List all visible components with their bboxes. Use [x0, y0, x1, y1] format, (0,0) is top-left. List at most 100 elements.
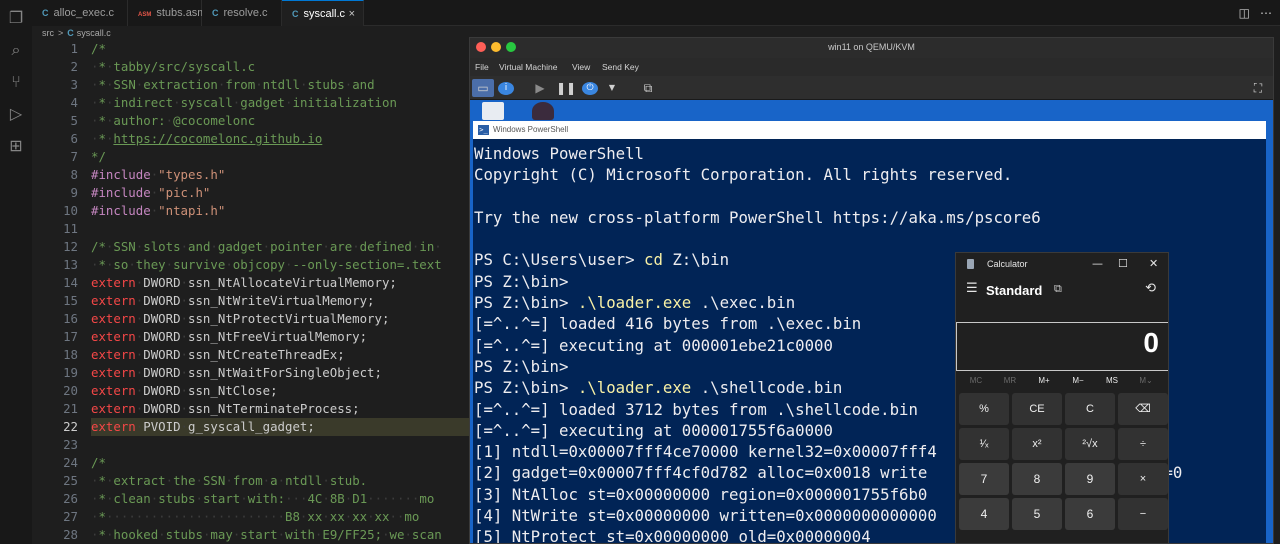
hamburger-menu-icon[interactable]: ☰ [966, 281, 978, 296]
code-line: extern·DWORD·ssn_NtProtectVirtualMemory; [91, 311, 390, 326]
code-line: ·*·extract·the·SSN·from·a·ntdll·stub. [91, 473, 368, 488]
operator-key[interactable]: % [959, 393, 1009, 425]
line-number: 2 [70, 59, 78, 74]
snapshots-icon[interactable]: ⧉ [640, 79, 656, 97]
line-number: 13 [63, 257, 78, 272]
calculator-title: Calculator [987, 259, 1028, 269]
operator-key[interactable]: C [1065, 393, 1115, 425]
code-line: ·*·hooked·stubs·may·start·with·E9/FF25;·… [91, 527, 442, 542]
console-prompt: PS Z:\bin> [474, 378, 578, 398]
tab-label: resolve.c [223, 7, 268, 19]
tab-resolve[interactable]: Cresolve.c [202, 0, 282, 26]
code-line: extern·DWORD·ssn_NtWaitForSingleObject; [91, 365, 382, 380]
chevron-down-icon[interactable]: ▼ [606, 79, 618, 97]
source-control-icon[interactable]: ⑂ [6, 72, 26, 92]
run-icon[interactable]: ▶ [532, 79, 548, 97]
operator-key[interactable]: ¹⁄ₓ [959, 428, 1009, 460]
minimize-icon[interactable]: — [1092, 257, 1103, 270]
memory-key[interactable]: M⌄ [1130, 376, 1162, 385]
code-line: ·*·so·they·survive·objcopy·--only-sectio… [91, 257, 442, 272]
more-actions-icon[interactable]: ⋯ [1260, 6, 1272, 20]
line-number: 12 [63, 239, 78, 254]
code-editor[interactable]: /* ·*·tabby/src/syscall.c ·*·SSN·extract… [91, 40, 481, 544]
close-icon[interactable]: ✕ [1149, 257, 1158, 270]
powershell-titlebar: >_ Windows PowerShell [473, 121, 1266, 139]
digit-key[interactable]: 4 [959, 498, 1009, 530]
pause-icon[interactable]: ❚❚ [556, 79, 576, 97]
activity-bar: ❐ ⌕ ⑂ ▷ ⊞ [0, 0, 32, 544]
line-number: 16 [63, 311, 78, 326]
desktop-app-icon[interactable] [532, 102, 554, 120]
console-command: .\loader.exe [577, 293, 692, 313]
line-number: 21 [63, 401, 78, 416]
code-line: ·*·clean·stubs·start·with:···4C·8B·D1···… [91, 491, 435, 506]
code-line: /* [91, 41, 106, 56]
tab-syscall[interactable]: Csyscall.c × [282, 0, 364, 26]
code-line: ·*·https://cocomelonc.github.io [91, 131, 323, 146]
line-number: 5 [70, 113, 78, 128]
memory-key[interactable]: M− [1062, 376, 1094, 385]
tab-label: stubs.asm [156, 7, 207, 19]
digit-key[interactable]: 6 [1065, 498, 1115, 530]
memory-key[interactable]: MC [960, 376, 992, 385]
line-number: 26 [63, 491, 78, 506]
details-icon[interactable]: i [498, 82, 514, 95]
operator-key[interactable]: − [1118, 498, 1168, 530]
memory-bar: MC MR M+ M− MS M⌄ [956, 376, 1168, 390]
powershell-icon: >_ [478, 125, 489, 135]
code-line: extern·DWORD·ssn_NtCreateThreadEx; [91, 347, 345, 362]
digit-key[interactable]: 7 [959, 463, 1009, 495]
digit-key[interactable]: 5 [1012, 498, 1062, 530]
operator-key[interactable]: CE [1012, 393, 1062, 425]
breadcrumb-file[interactable]: syscall.c [77, 28, 111, 38]
menu-view[interactable]: View [572, 62, 590, 72]
extensions-icon[interactable]: ⊞ [6, 136, 26, 156]
console-argument: .\shellcode.bin [691, 378, 843, 398]
code-line: ·*························B8·xx·xx·xx·xx… [91, 509, 420, 524]
digit-key[interactable]: 9 [1065, 463, 1115, 495]
code-line: #include·"ntapi.h" [91, 203, 226, 218]
line-number: 3 [70, 77, 78, 92]
run-debug-icon[interactable]: ▷ [6, 104, 26, 124]
maximize-icon[interactable]: ☐ [1118, 257, 1128, 270]
breadcrumb-folder[interactable]: src [42, 28, 54, 38]
menu-file[interactable]: File [475, 62, 489, 72]
tab-alloc-exec[interactable]: Calloc_exec.c [32, 0, 128, 26]
explorer-icon[interactable]: ❐ [6, 8, 26, 28]
history-icon[interactable]: ⟲ [1145, 281, 1156, 296]
split-editor-icon[interactable]: ◫ [1239, 6, 1250, 20]
power-icon[interactable]: ⏻ [582, 82, 598, 95]
memory-key[interactable]: MR [994, 376, 1026, 385]
operator-key[interactable]: x² [1012, 428, 1062, 460]
memory-key[interactable]: MS [1096, 376, 1128, 385]
menu-virtual-machine[interactable]: Virtual Machine [499, 62, 557, 72]
close-tab-icon[interactable]: × [349, 1, 355, 27]
breadcrumb: src > Csyscall.c [42, 26, 111, 40]
line-number: 14 [63, 275, 78, 290]
memory-key[interactable]: M+ [1028, 376, 1060, 385]
console-view-icon[interactable]: ▭ [472, 79, 494, 97]
search-icon[interactable]: ⌕ [6, 40, 26, 60]
digit-key[interactable]: 8 [1012, 463, 1062, 495]
code-line: extern·DWORD·ssn_NtAllocateVirtualMemory… [91, 275, 397, 290]
operator-key[interactable]: ²√x [1065, 428, 1115, 460]
code-line: #include·"types.h" [91, 167, 226, 182]
recycle-bin-icon[interactable] [482, 102, 504, 120]
operator-key[interactable]: × [1118, 463, 1168, 495]
keep-on-top-icon[interactable]: ⧉ [1054, 282, 1062, 296]
fullscreen-icon[interactable]: ⛶ [1250, 79, 1266, 97]
operator-key[interactable]: ⌫ [1118, 393, 1168, 425]
line-number: 7 [70, 149, 78, 164]
console-line: Copyright (C) Microsoft Corporation. All… [474, 165, 1013, 185]
code-line: /* [91, 455, 106, 470]
line-number: 15 [63, 293, 78, 308]
code-line: extern·DWORD·ssn_NtTerminateProcess; [91, 401, 360, 416]
c-file-icon: C [292, 9, 299, 19]
tab-stubs-asm[interactable]: ASM stubs.asm [128, 0, 206, 26]
menu-send-key[interactable]: Send Key [602, 62, 639, 72]
console-argument: Z:\bin [662, 250, 730, 270]
operator-key[interactable]: ÷ [1118, 428, 1168, 460]
breadcrumb-separator: > [58, 28, 64, 38]
vm-window-title: win11 on QEMU/KVM [828, 42, 915, 52]
